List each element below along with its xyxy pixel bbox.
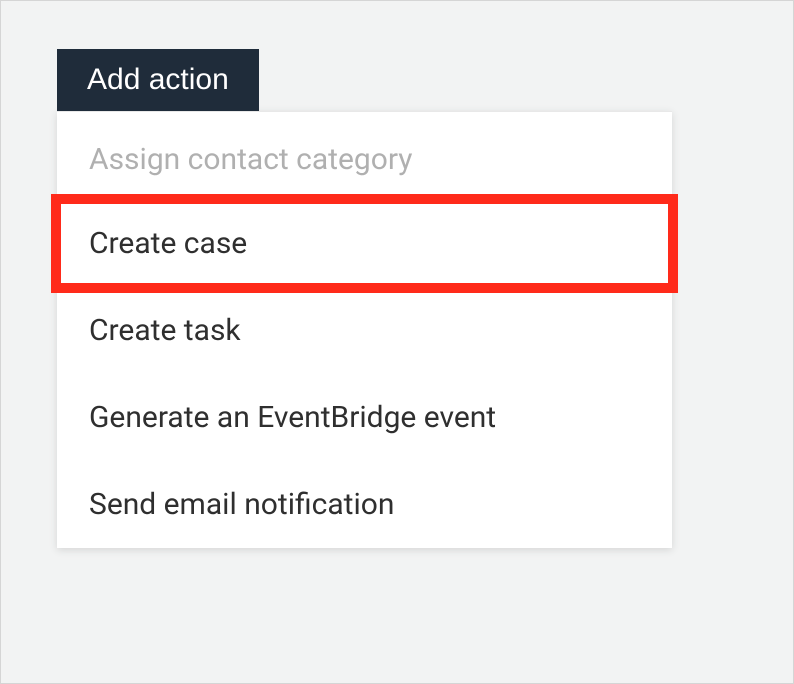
menu-item-generate-eventbridge-event[interactable]: Generate an EventBridge event [57, 374, 672, 461]
add-action-dropdown: Add action Assign contact category Creat… [57, 49, 672, 548]
menu-item-create-task[interactable]: Create task [57, 287, 672, 374]
add-action-button[interactable]: Add action [57, 49, 259, 111]
menu-item-create-case[interactable]: Create case [57, 200, 672, 287]
menu-item-assign-contact-category: Assign contact category [57, 112, 672, 200]
menu-item-send-email-notification[interactable]: Send email notification [57, 461, 672, 548]
action-menu: Assign contact category Create case Crea… [57, 111, 672, 548]
